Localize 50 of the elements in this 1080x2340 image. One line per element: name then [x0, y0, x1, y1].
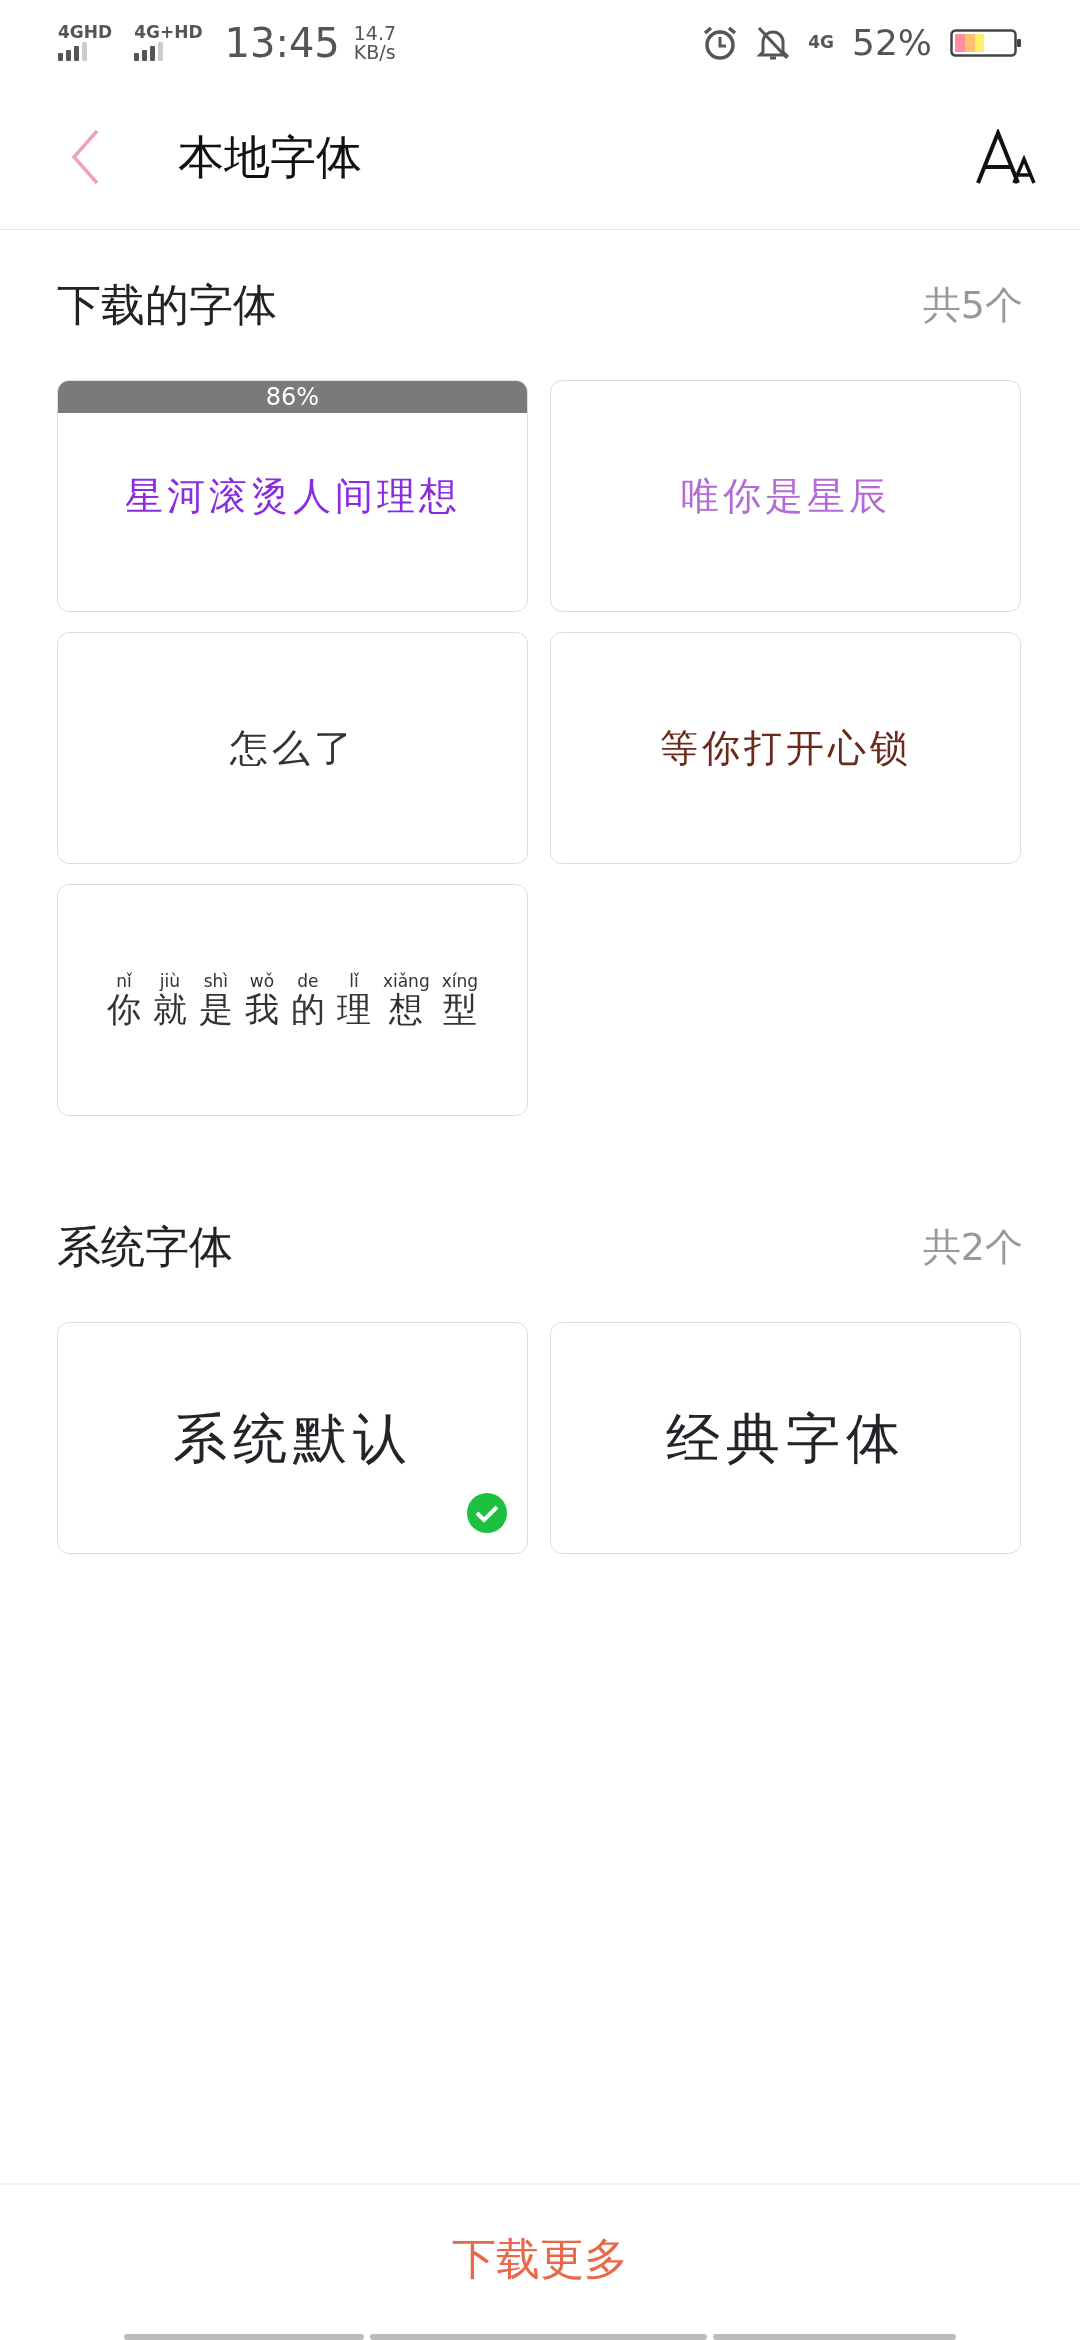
section-title: 下载的字体: [57, 278, 277, 332]
font-size-button[interactable]: [976, 129, 1038, 185]
font-card[interactable]: 等你打开心锁: [550, 632, 1021, 864]
bell-off-icon: [756, 24, 791, 61]
sample-character: 型: [442, 990, 477, 1029]
network-label: 4G: [808, 34, 834, 51]
network-label: 4G+HD: [134, 24, 203, 41]
pinyin-label: xíng: [441, 971, 479, 991]
speed-value: 14.7: [353, 23, 397, 43]
sample-character: 想: [389, 990, 424, 1029]
font-card[interactable]: 86% 星河滚烫人间理想: [57, 380, 528, 612]
sample-character: 我: [244, 990, 279, 1029]
battery-percent: 52%: [852, 20, 932, 65]
back-icon: [70, 129, 100, 185]
signal-icon: [58, 41, 87, 61]
font-card[interactable]: nǐ 你 jiù 就 shì 是 wǒ 我 de 的 lǐ 理 xiǎng 想 xíng 型: [57, 884, 528, 1116]
sample-character: 是: [198, 990, 233, 1029]
battery-icon: [950, 28, 1022, 57]
pinyin-label: lǐ: [349, 971, 359, 991]
pinyin-label: jiù: [159, 971, 181, 991]
page-title: 本地字体: [178, 128, 363, 186]
font-sample: 等你打开心锁: [659, 724, 912, 772]
font-card[interactable]: 怎么了: [57, 632, 528, 864]
alarm-icon: [702, 24, 739, 61]
progress-overlay: 86%: [58, 381, 527, 413]
sample-character: 理: [336, 990, 371, 1029]
pinyin-label: nǐ: [116, 971, 132, 991]
font-sample: 星河滚烫人间理想: [124, 472, 461, 520]
pinyin-label: wǒ: [249, 971, 275, 991]
pinyin-label: shì: [203, 971, 229, 991]
font-count: 共5个: [922, 281, 1023, 329]
font-size-icon: [976, 129, 1038, 185]
section-title: 系统字体: [57, 1220, 233, 1274]
speed-unit: KB/s: [353, 42, 397, 62]
pinyin-label: xiǎng: [382, 971, 430, 991]
sample-character: 你: [106, 990, 141, 1029]
font-card[interactable]: 经典字体: [550, 1322, 1021, 1554]
font-sample: 怎么了: [229, 724, 356, 772]
status-time: 13:45: [224, 18, 340, 68]
font-card[interactable]: 系统默认: [57, 1322, 528, 1554]
signal-icon: [134, 41, 164, 61]
sample-character: 的: [290, 990, 325, 1029]
font-name: 经典字体: [665, 1405, 906, 1472]
font-sample: 唯你是星辰: [680, 472, 891, 520]
sample-character: 就: [152, 990, 187, 1029]
network-label: 4GHD: [58, 24, 113, 41]
font-count: 共2个: [922, 1223, 1023, 1271]
font-name: 系统默认: [172, 1405, 413, 1472]
pinyin-label: de: [297, 971, 319, 991]
font-card[interactable]: 唯你是星辰: [550, 380, 1021, 612]
